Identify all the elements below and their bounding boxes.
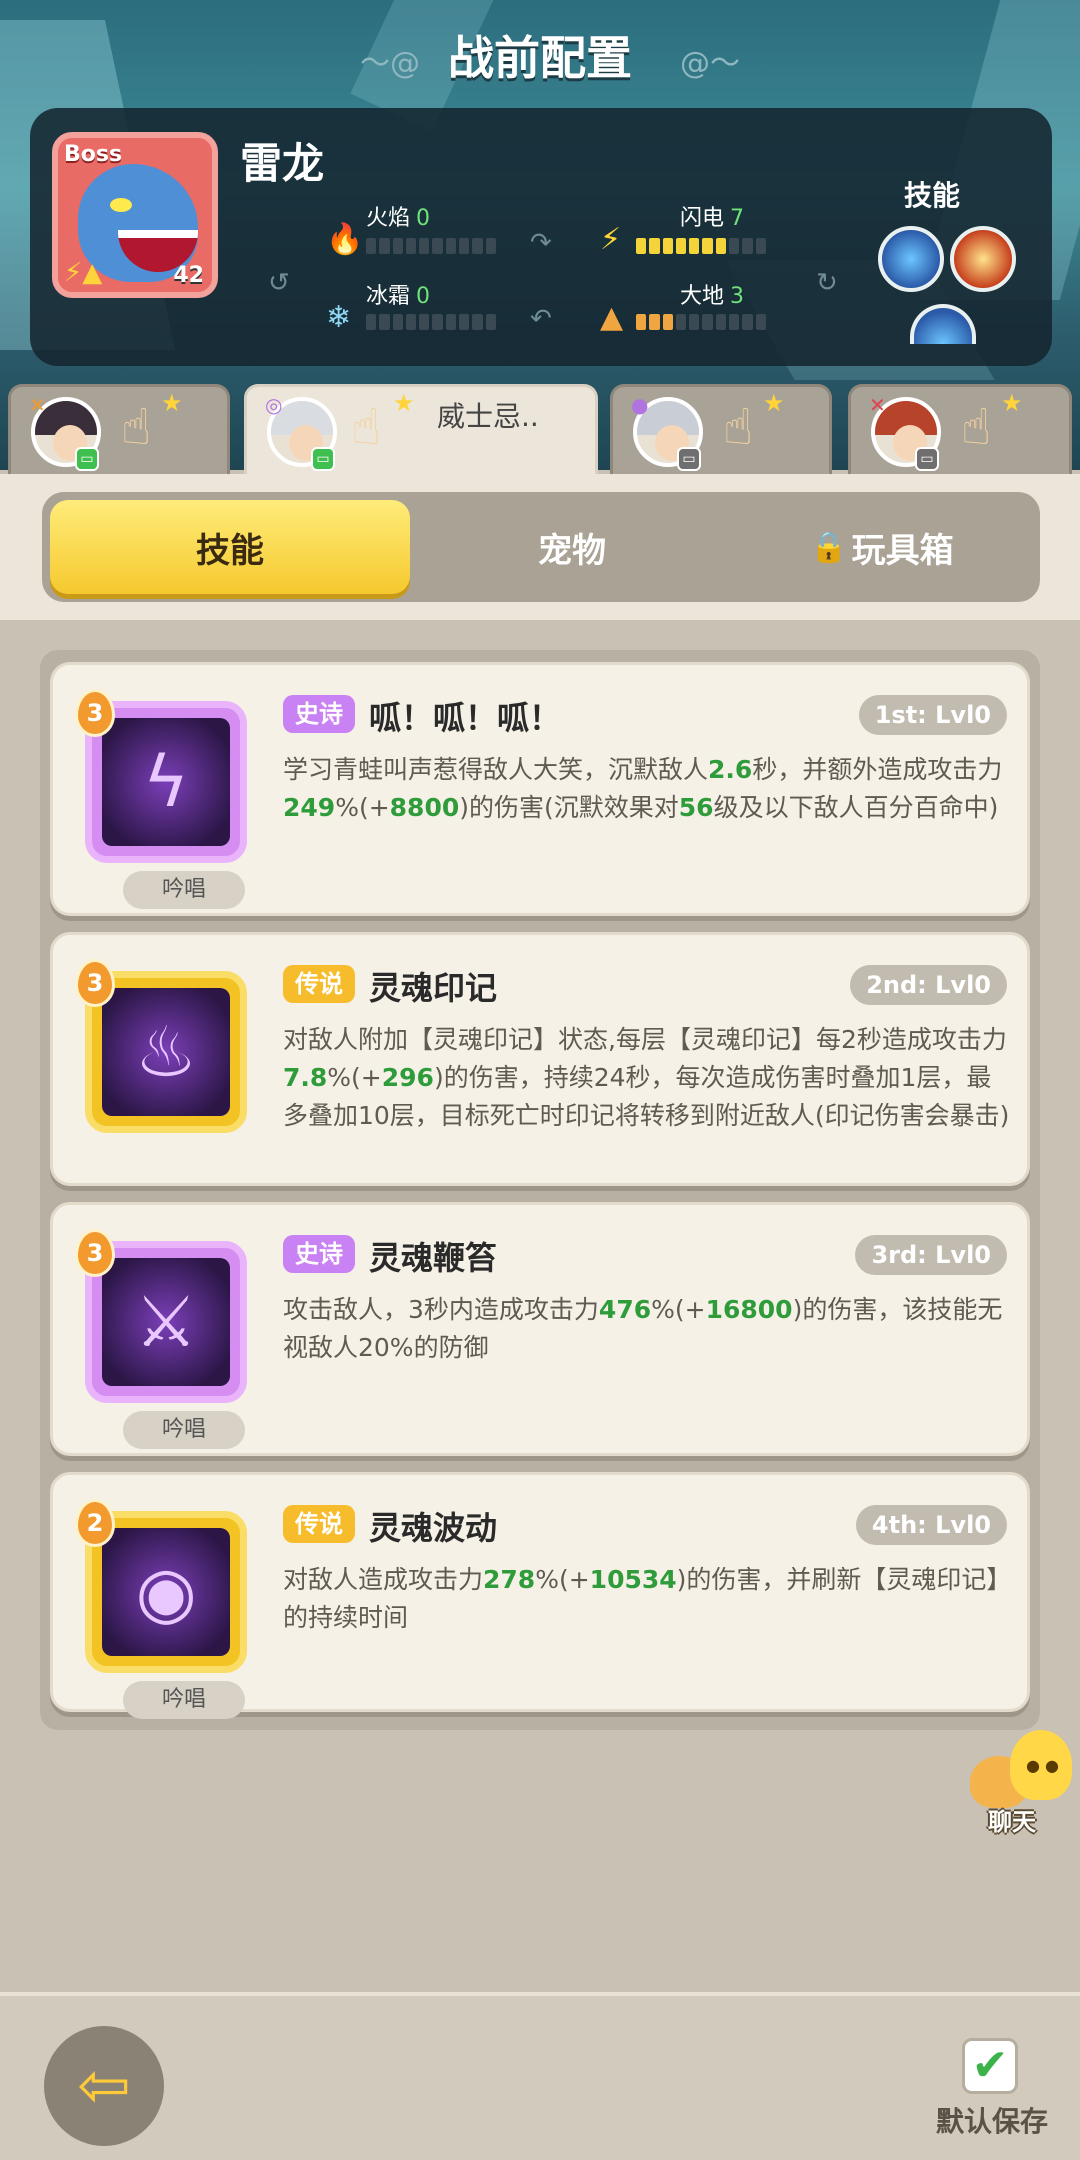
back-button[interactable]: ⇦ [44,2026,164,2146]
snowflake-icon: ❄ [326,300,352,335]
fire-icon: 🔥 [326,222,364,257]
hand-icon: ☝ [121,398,152,456]
earth-icon: ▲ [600,300,624,335]
chat-eyes-icon: ● ● [1026,1756,1060,1775]
checkmark-icon: ✔ [971,2040,1009,2091]
back-arrow-icon: ⇦ [77,2049,131,2123]
class-icon: ◎ [265,393,283,417]
skill-description: 学习青蛙叫声惹得敌人大笑，沉默敌人2.6秒，并额外造成攻击力249%(+8800… [283,755,1003,822]
chat-label: 聊天 [988,1808,1036,1836]
section-tabs: 技能 宠物 🔒 玩具箱 [42,492,1040,602]
hero-tab-3[interactable]: ● ▭ ★ ☝ [610,384,832,476]
title-swirl-right-icon: @〜 [680,46,740,81]
skill-level-badge: 3 [75,1229,115,1277]
skill-rank: 1st: Lvl0 [858,695,1007,735]
hand-icon: ☝ [961,398,992,456]
boss-portrait[interactable]: Boss ⚡▲ 42 [52,132,218,298]
earth-bar [636,314,766,330]
skill-card[interactable]: ϟ 3 吟唱 史诗 呱！呱！呱！ 1st: Lvl0 学习青蛙叫声惹得敌人大笑，… [50,662,1030,916]
swap-arrow-icon: ↻ [816,268,838,298]
boss-tag: Boss [64,142,123,167]
skill-card[interactable]: ⚔ 3 吟唱 史诗 灵魂鞭笞 3rd: Lvl0 攻击敌人，3秒内造成攻击力47… [50,1202,1030,1456]
skill-description: 对敌人附加【灵魂印记】状态,每层【灵魂印记】每2秒造成攻击力7.8%(+296)… [283,1025,1010,1130]
skill-list: ϟ 3 吟唱 史诗 呱！呱！呱！ 1st: Lvl0 学习青蛙叫声惹得敌人大笑，… [40,650,1040,1730]
lock-icon: 🔒 [810,529,848,565]
chat-button[interactable]: ● ● 聊天 [970,1726,1072,1836]
boss-info-panel: Boss ⚡▲ 42 雷龙 🔥 火焰 0 ❄ 冰霜 0 ↷ ↺ ↶ ↻ ⚡ 闪电 7 … [30,108,1052,366]
fire-bar [366,238,496,254]
stat-frost: 冰霜 0 [366,284,431,309]
rarity-badge: 史诗 [283,695,355,733]
skill-level-badge: 3 [75,689,115,737]
chat-badge-icon: ▭ [311,447,335,471]
skill-level-badge: 2 [75,1499,115,1547]
hero-tab-1[interactable]: ✕ ▭ ★ ☝ [8,384,230,476]
swap-arrow-icon: ↷ [530,228,552,258]
star-icon: ★ [161,389,183,417]
class-icon: ✕ [29,393,46,417]
rarity-badge: 史诗 [283,1235,355,1273]
chat-badge-icon: ▭ [75,447,99,471]
chat-badge-icon: ▭ [677,447,701,471]
bottom-bar: ⇦ ✔ 默认保存 [0,1992,1080,2160]
boss-skills-label: 技能 [904,179,961,212]
boss-skill-lightning-icon[interactable] [910,304,976,344]
soul-whip-icon: ⚔ [134,1281,198,1363]
star-icon: ★ [393,389,415,417]
skill-name: 灵魂鞭笞 [369,1239,498,1277]
hero-tab-4[interactable]: ✕ ▭ ★ ☝ [848,384,1072,476]
rarity-badge: 传说 [283,1505,355,1543]
skill-card[interactable]: ◉ 2 吟唱 传说 灵魂波动 4th: Lvl0 对敌人造成攻击力278%(+1… [50,1472,1030,1719]
chant-tag: 吟唱 [123,871,245,909]
boss-name: 雷龙 [240,139,325,188]
skill-card[interactable]: ♨ 3 传说 灵魂印记 2nd: Lvl0 对敌人附加【灵魂印记】状态,每层【灵… [50,932,1030,1186]
hand-icon: ☝ [723,398,754,456]
default-save-label: 默认保存 [936,2105,1049,2138]
tab-pets[interactable]: 宠物 [422,500,722,594]
tab-toybox-label: 玩具箱 [851,530,954,571]
lightning-bar [636,238,766,254]
content-area: 技能 宠物 🔒 玩具箱 ϟ 3 吟唱 史诗 呱！呱！呱！ 1st: Lvl0 学习… [0,474,1080,1994]
chat-badge-icon: ▭ [915,447,939,471]
skill-description: 攻击敌人，3秒内造成攻击力476%(+16800)的伤害，该技能无视敌人20%的… [283,1295,1003,1362]
skill-level-badge: 3 [75,959,115,1007]
soul-flame-icon: ♨ [134,1011,198,1093]
swap-arrow-icon: ↶ [530,304,552,334]
page-title: 战前配置 [448,31,632,85]
boss-level: 42 [173,263,204,288]
lightning-icon: ⚡ [600,222,622,257]
boss-skill-lightning-icon[interactable] [878,226,944,292]
hand-icon: ☝ [351,398,382,456]
hero-tab-2[interactable]: ◎ ▭ ★ ☝ 威士忌.. [244,384,598,484]
chant-tag: 吟唱 [123,1681,245,1719]
default-save-checkbox[interactable]: ✔ [962,2038,1018,2094]
frog-lightning-icon: ϟ [142,741,190,823]
rarity-badge: 传说 [283,965,355,1003]
stat-lightning: 闪电 7 [680,206,745,231]
tab-skills[interactable]: 技能 [50,500,410,594]
star-icon: ★ [763,389,785,417]
chant-tag: 吟唱 [123,1411,245,1449]
skill-name: 呱！呱！呱！ [369,699,562,737]
section-switch-strip: 技能 宠物 🔒 玩具箱 [0,474,1080,620]
skill-rank: 4th: Lvl0 [855,1505,1007,1545]
stat-fire: 火焰 0 [366,206,431,231]
tab-toybox[interactable]: 🔒 玩具箱 [732,500,1032,594]
skill-rank: 3rd: Lvl0 [855,1235,1007,1275]
skill-name: 灵魂印记 [369,969,498,1007]
hero-name: 威士忌.. [437,400,539,433]
boss-skill-fire-icon[interactable] [950,226,1016,292]
skill-rank: 2nd: Lvl0 [850,965,1007,1005]
stat-earth: 大地 3 [680,284,745,309]
skill-description: 对敌人造成攻击力278%(+10534)的伤害，并刷新【灵魂印记】的持续时间 [283,1565,1012,1632]
class-icon: ● [631,393,649,417]
hero-tabs: ✕ ▭ ★ ☝ ◎ ▭ ★ ☝ 威士忌.. ● ▭ ★ ☝ ✕ ▭ ★ ☝ [0,384,1080,484]
frost-bar [366,314,496,330]
swap-arrow-icon: ↺ [268,268,290,298]
star-icon: ★ [1001,389,1023,417]
lightning-earth-icon: ⚡▲ [64,258,103,288]
class-icon: ✕ [869,393,886,417]
soul-wave-icon: ◉ [135,1551,197,1633]
skill-name: 灵魂波动 [369,1509,498,1547]
